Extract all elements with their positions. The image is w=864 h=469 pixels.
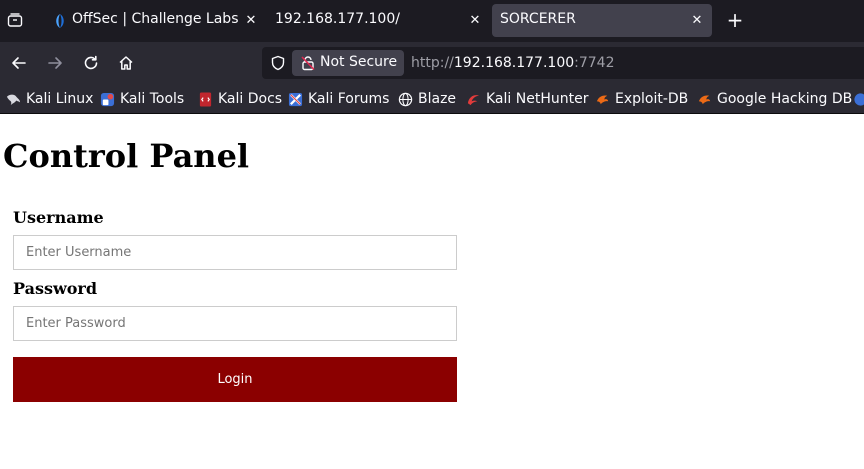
bookmarks-toolbar: Kali Linux Kali Tools Kali Docs Kali For… <box>0 84 864 114</box>
tab-label: OffSec | Challenge Labs <box>72 11 239 27</box>
bookmark-kali-forums[interactable]: Kali Forums <box>288 90 389 108</box>
home-icon[interactable] <box>115 52 137 74</box>
bookmark-overflow-icon[interactable] <box>853 90 864 108</box>
broken-lock-icon <box>300 55 316 71</box>
kali-tools-icon <box>100 92 115 107</box>
bookmark-label: Kali NetHunter <box>486 91 589 107</box>
kali-nethunter-icon <box>853 92 864 107</box>
close-tab-icon[interactable]: ✕ <box>468 13 482 28</box>
url-host: 192.168.177.100 <box>453 55 575 71</box>
ghdb-icon <box>697 92 712 107</box>
exploit-db-icon <box>595 92 610 107</box>
bookmark-kali-nethunter[interactable]: Kali NetHunter <box>466 90 588 108</box>
navigation-toolbar: Not Secure http://192.168.177.100:7742 <box>0 42 864 84</box>
page-content: Control Panel Username Password Login <box>0 115 864 469</box>
password-label: Password <box>13 279 98 298</box>
bookmark-kali-linux[interactable]: Kali Linux <box>6 90 93 108</box>
bookmark-kali-tools[interactable]: Kali Tools <box>100 90 184 108</box>
bookmark-label: Kali Tools <box>120 91 185 107</box>
bookmark-label: Kali Linux <box>26 91 94 107</box>
bookmark-exploit-db[interactable]: Exploit-DB <box>595 90 688 108</box>
bookmark-kali-docs[interactable]: Kali Docs <box>198 90 282 108</box>
tab-label: 192.168.177.100/ <box>275 11 400 27</box>
reload-icon[interactable] <box>80 52 102 74</box>
new-tab-button[interactable]: + <box>724 9 746 31</box>
forward-arrow-icon[interactable] <box>44 52 66 74</box>
page-title: Control Panel <box>3 137 250 175</box>
tab-offsec[interactable]: OffSec | Challenge Labs ✕ <box>40 4 266 37</box>
close-tab-icon[interactable]: ✕ <box>690 13 704 28</box>
username-label: Username <box>13 208 104 227</box>
url-scheme: http:// <box>411 55 454 71</box>
bookmark-label: Google Hacking DB <box>717 91 853 107</box>
bookmark-label: Exploit-DB <box>615 91 689 107</box>
password-input[interactable] <box>13 306 457 341</box>
tab-bar: OffSec | Challenge Labs ✕ 192.168.177.10… <box>0 0 864 42</box>
bookmark-label: Kali Forums <box>308 91 390 107</box>
back-arrow-icon[interactable] <box>8 52 30 74</box>
bookmark-label: Blaze <box>418 91 457 107</box>
bookmark-label: Kali Docs <box>218 91 283 107</box>
security-indicator[interactable]: Not Secure <box>292 50 404 76</box>
bookmark-blaze[interactable]: Blaze <box>398 90 456 108</box>
kali-forums-icon <box>288 92 303 107</box>
url-port: :7742 <box>574 55 615 71</box>
tab-ip[interactable]: 192.168.177.100/ ✕ <box>266 4 490 37</box>
not-secure-label: Not Secure <box>320 54 398 70</box>
kali-nethunter-icon <box>466 92 481 107</box>
address-bar[interactable]: Not Secure http://192.168.177.100:7742 <box>262 47 864 79</box>
globe-icon <box>398 92 413 107</box>
offsec-icon <box>52 13 68 29</box>
tab-overview-icon[interactable] <box>4 9 26 31</box>
kali-linux-icon <box>6 92 21 107</box>
shield-icon[interactable] <box>270 55 286 71</box>
login-button[interactable]: Login <box>13 357 457 402</box>
tab-label: SORCERER <box>500 11 576 27</box>
kali-docs-icon <box>198 91 213 107</box>
bookmark-google-hacking-db[interactable]: Google Hacking DB <box>697 90 852 108</box>
url-text[interactable]: http://192.168.177.100:7742 <box>411 55 615 71</box>
close-tab-icon[interactable]: ✕ <box>244 13 258 28</box>
username-input[interactable] <box>13 235 457 270</box>
tab-sorcerer[interactable]: SORCERER ✕ <box>492 4 712 37</box>
